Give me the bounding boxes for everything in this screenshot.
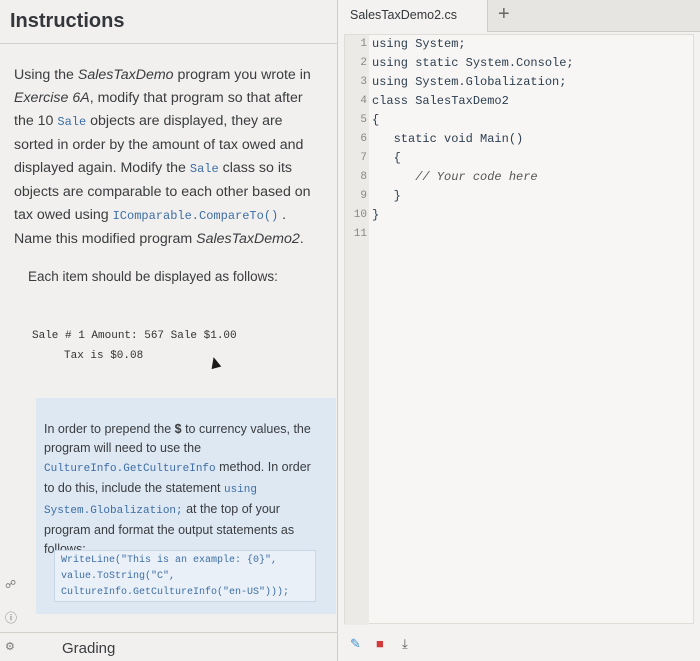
- tab-salestaxdemo2[interactable]: SalesTaxDemo2.cs: [338, 0, 488, 32]
- sample-output-line: Sale # 1 Amount: 567 Sale $1.00: [32, 330, 237, 342]
- display-format-heading: Each item should be displayed as follows…: [28, 269, 278, 284]
- download-icon[interactable]: ⤓: [402, 636, 408, 652]
- code-line[interactable]: 10}: [345, 206, 695, 225]
- instructions-title: Instructions: [10, 10, 125, 32]
- grading-label: Grading: [62, 640, 116, 657]
- instructions-panel: Instructions Using the SalesTaxDemo prog…: [0, 0, 338, 661]
- code-line[interactable]: 1 using System;: [345, 35, 695, 54]
- code-line[interactable]: 7 {: [345, 149, 695, 168]
- code-line[interactable]: 8 // Your code here: [345, 168, 695, 187]
- code-line[interactable]: 9 }: [345, 187, 695, 206]
- help-icon[interactable]: ⓘ: [5, 609, 17, 626]
- add-tab-button[interactable]: +: [498, 3, 510, 26]
- instructions-intro: Using the SalesTaxDemo program you wrote…: [14, 67, 311, 247]
- instructions-header: Instructions: [0, 0, 338, 44]
- editor-tabbar: SalesTaxDemo2.cs +: [338, 0, 700, 32]
- inline-code-sale: Sale: [189, 162, 219, 176]
- inline-code-compareto: IComparable.CompareTo(): [112, 209, 279, 223]
- inline-code-sale: Sale: [57, 115, 87, 129]
- link-icon[interactable]: ☍: [5, 578, 16, 591]
- grading-bar[interactable]: ⚙ Grading: [0, 632, 338, 661]
- code-line[interactable]: 2 using static System.Console;: [345, 54, 695, 73]
- pencil-icon[interactable]: ✎: [350, 636, 361, 652]
- code-line[interactable]: 5{: [345, 111, 695, 130]
- sample-output: Sale # 1 Amount: 567 Sale $1.00 Tax is $…: [32, 326, 237, 366]
- code-line[interactable]: 3 using System.Globalization;: [345, 73, 695, 92]
- stop-icon[interactable]: ■: [376, 636, 384, 651]
- settings-icon[interactable]: ⚙: [5, 640, 15, 653]
- note-code-block: WriteLine("This is an example: {0}", val…: [54, 550, 316, 602]
- code-editor[interactable]: 1 using System; 2 using static System.Cons…: [344, 34, 695, 625]
- code-line[interactable]: 4 class SalesTaxDemo2: [345, 92, 695, 111]
- note-box: In order to prepend the $ to currency va…: [36, 398, 336, 614]
- code-line[interactable]: 6 static void Main(): [345, 130, 695, 149]
- sample-output-line: Tax is $0.08: [64, 350, 144, 362]
- note-text: In order to prepend the $ to currency va…: [44, 422, 311, 556]
- code-line[interactable]: 11: [345, 225, 695, 244]
- editor-panel: SalesTaxDemo2.cs + 1 using System; 2 using…: [338, 0, 700, 661]
- tab-label: SalesTaxDemo2.cs: [350, 8, 457, 22]
- editor-toolbar: ✎ ■ ⤓: [338, 626, 700, 661]
